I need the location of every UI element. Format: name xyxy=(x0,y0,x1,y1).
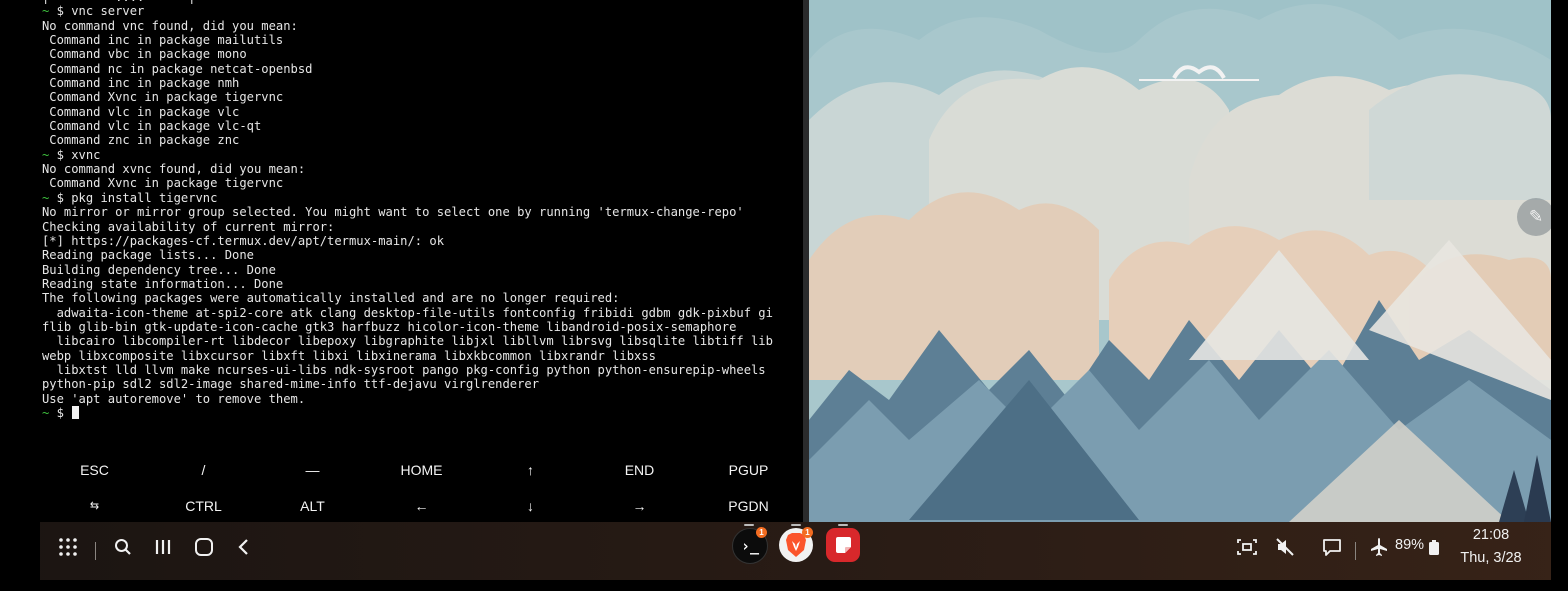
notification-badge: 1 xyxy=(756,527,767,538)
key-end[interactable]: END xyxy=(585,451,694,489)
terminal-line: Command vlc in package vlc xyxy=(42,104,240,119)
terminal-line: Reading package lists... Done xyxy=(42,248,254,263)
key-right[interactable]: → xyxy=(585,489,694,522)
battery-percentage[interactable]: 89% xyxy=(1395,537,1424,553)
terminal-line: [*] https://packages-cf.termux.dev/apt/t… xyxy=(42,233,445,248)
extra-keys-bar: ESC / — HOME ↑ END PGUP ⇆ CTRL ALT ← ↓ →… xyxy=(40,451,803,522)
key-pgup[interactable]: PGUP xyxy=(694,451,803,489)
terminal-line: Reading state information... Done xyxy=(42,276,284,291)
key-down[interactable]: ↓ xyxy=(476,489,585,522)
terminal-line: No mirror or mirror group selected. You … xyxy=(42,205,744,220)
key-pgdn[interactable]: PGDN xyxy=(694,489,803,522)
mute-icon[interactable] xyxy=(1274,536,1296,558)
taskbar-separator xyxy=(95,542,96,560)
terminal-line: No command xvnc found, did you mean: xyxy=(42,162,306,177)
wallpaper-illustration xyxy=(809,0,1551,522)
termux-glyph: ›_ xyxy=(740,537,760,555)
taskbar-separator xyxy=(1355,542,1356,560)
terminal-line: python-pip sdl2 sdl2-image shared-mime-i… xyxy=(42,377,540,392)
terminal-line: ~ $ xvnc xyxy=(42,147,101,162)
notifications-icon[interactable] xyxy=(1321,536,1343,558)
key-alt[interactable]: ALT xyxy=(258,489,367,522)
key-home[interactable]: HOME xyxy=(367,451,476,489)
terminal-line: Command nc in package netcat-openbsd xyxy=(42,61,313,76)
key-up[interactable]: ↑ xyxy=(476,451,585,489)
terminal-line: Command Xvnc in package tigervnc xyxy=(42,176,284,191)
back-icon[interactable] xyxy=(233,536,255,558)
terminal-line: No command vnc found, did you mean: xyxy=(42,18,298,33)
key-esc[interactable]: ESC xyxy=(40,451,149,489)
clock-time[interactable]: 21:08 xyxy=(1465,527,1517,543)
terminal-line: Command Xvnc in package tigervnc xyxy=(42,90,284,105)
terminal-line: ~ $ pkg install tigervnc xyxy=(42,190,218,205)
notification-badge: 1 xyxy=(802,527,813,538)
running-indicator xyxy=(791,524,801,526)
apps-grid-icon[interactable] xyxy=(57,536,79,558)
terminal-line: ~ $ vnc server xyxy=(42,4,145,19)
terminal-line: webp libxcomposite libxcursor libxft lib… xyxy=(42,348,656,363)
clock-date[interactable]: Thu, 3/28 xyxy=(1454,550,1528,566)
key-left[interactable]: ← xyxy=(367,489,476,522)
desktop-wallpaper xyxy=(809,0,1551,522)
terminal-line: libxtst lld llvm make ncurses-ui-libs nd… xyxy=(42,362,766,377)
key-tab[interactable]: ⇆ xyxy=(40,489,149,522)
note-icon xyxy=(836,537,851,553)
key-dash[interactable]: — xyxy=(258,451,367,489)
terminal-line: adwaita-icon-theme at-spi2-core atk clan… xyxy=(42,305,773,320)
terminal-line: Use 'apt autoremove' to remove them. xyxy=(42,391,306,406)
recents-icon[interactable] xyxy=(152,536,174,558)
terminal-line: Building dependency tree... Done xyxy=(42,262,276,277)
terminal-cursor xyxy=(72,405,80,419)
key-slash[interactable]: / xyxy=(149,451,258,489)
running-indicator xyxy=(744,524,754,526)
key-ctrl[interactable]: CTRL xyxy=(149,489,258,522)
edit-pencil-icon[interactable]: ✎ xyxy=(1517,198,1555,236)
terminal-line: Command inc in package nmh xyxy=(42,76,240,91)
terminal-line: libcairo libcompiler-rt libdecor libepox… xyxy=(42,334,773,349)
terminal-line: Command vlc in package vlc-qt xyxy=(42,119,262,134)
terminal-line: Checking availability of current mirror: xyxy=(42,219,335,234)
battery-icon[interactable] xyxy=(1428,538,1440,556)
notes-app-icon[interactable] xyxy=(826,528,860,562)
terminal-line: The following packages were automaticall… xyxy=(42,291,620,306)
terminal-output[interactable]: | .... |~ $ vnc serverNo command vnc fou… xyxy=(42,0,801,420)
terminal-line: Command znc in package znc xyxy=(42,133,240,148)
airplane-mode-icon[interactable] xyxy=(1368,536,1390,558)
search-icon[interactable] xyxy=(112,536,134,558)
running-indicator xyxy=(838,524,848,526)
screenshot-capture-icon[interactable] xyxy=(1236,536,1258,558)
screen-edge xyxy=(1551,0,1568,591)
terminal-line: Command inc in package mailutils xyxy=(42,33,284,48)
terminal-line: flib glib-bin gtk-update-icon-cache gtk3… xyxy=(42,319,737,334)
terminal-pane[interactable]: | .... |~ $ vnc serverNo command vnc fou… xyxy=(40,0,803,522)
home-icon[interactable] xyxy=(192,535,216,559)
terminal-line: Command vbc in package mono xyxy=(42,47,247,62)
terminal-line: ~ $ xyxy=(42,405,801,420)
